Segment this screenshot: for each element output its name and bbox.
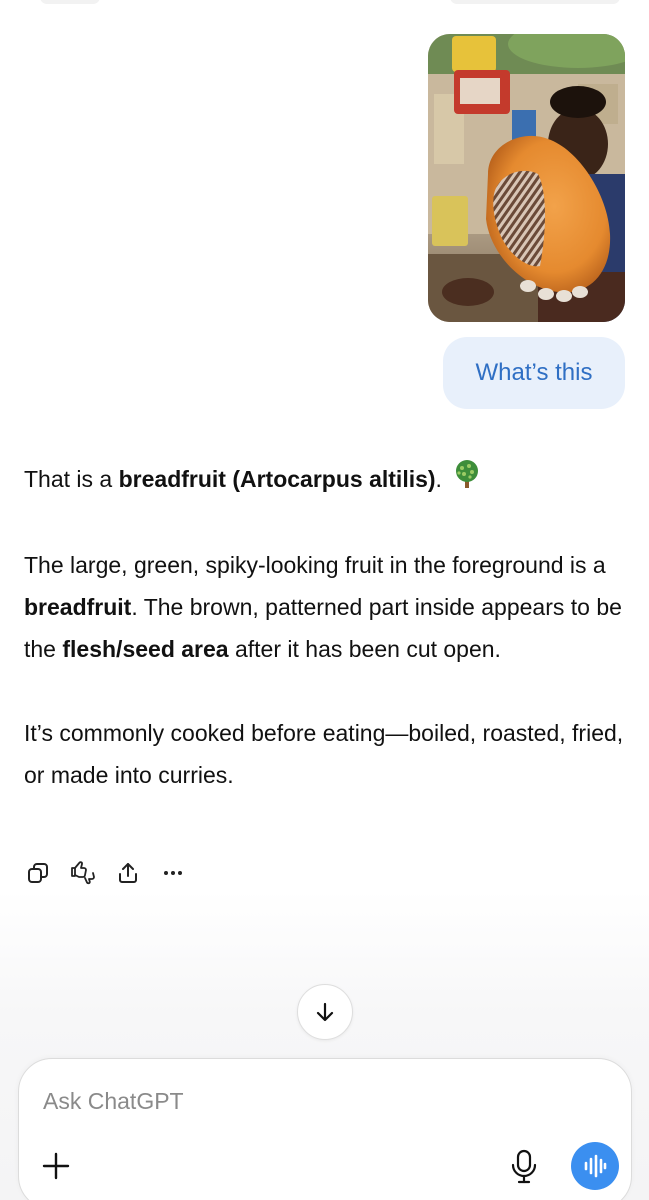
text-span: . <box>435 466 442 492</box>
copy-icon[interactable] <box>24 859 52 887</box>
arrow-down-icon <box>316 1002 334 1022</box>
user-message-text: What’s this <box>475 359 593 386</box>
bold-span: flesh/seed area <box>62 636 229 663</box>
composer <box>18 1058 632 1200</box>
tree-emoji-icon <box>452 459 482 502</box>
assistant-paragraph-1: That is a breadfruit (Artocarpus altilis… <box>24 458 634 502</box>
chat-screen: What’s this That is a breadfruit (Artoca… <box>0 0 649 1200</box>
share-icon[interactable] <box>114 859 142 887</box>
thumbs-up-down-icon[interactable] <box>69 859 97 887</box>
voice-mode-icon <box>584 1154 607 1178</box>
fruit-photo <box>428 34 625 322</box>
message-actions <box>24 857 204 889</box>
message-input[interactable] <box>43 1085 543 1117</box>
voice-mode-button[interactable] <box>571 1142 619 1190</box>
text-span: That is a <box>24 466 119 492</box>
user-attached-image[interactable] <box>428 34 625 322</box>
add-attachment-button[interactable] <box>39 1149 73 1183</box>
bold-span: breadfruit (Artocarpus altilis) <box>118 466 436 492</box>
dictation-button[interactable] <box>507 1147 541 1185</box>
bold-span: breadfruit <box>24 594 132 621</box>
text-span: The large, green, spiky-looking fruit in… <box>24 552 606 579</box>
user-message-bubble: What’s this <box>443 337 625 409</box>
assistant-paragraph-2: The large, green, spiky-looking fruit in… <box>24 544 634 670</box>
text-span: It’s commonly cooked before eating—boile… <box>24 720 624 789</box>
previous-content-remnant <box>40 0 100 4</box>
more-icon[interactable] <box>159 859 187 887</box>
text-span: after it has been cut open. <box>228 636 501 663</box>
scroll-to-bottom-button[interactable] <box>297 984 353 1040</box>
assistant-paragraph-3: It’s commonly cooked before eating—boile… <box>24 712 634 796</box>
assistant-message: That is a breadfruit (Artocarpus altilis… <box>24 458 634 796</box>
previous-content-remnant <box>450 0 620 4</box>
plus-icon <box>42 1152 70 1180</box>
microphone-icon <box>511 1149 537 1184</box>
